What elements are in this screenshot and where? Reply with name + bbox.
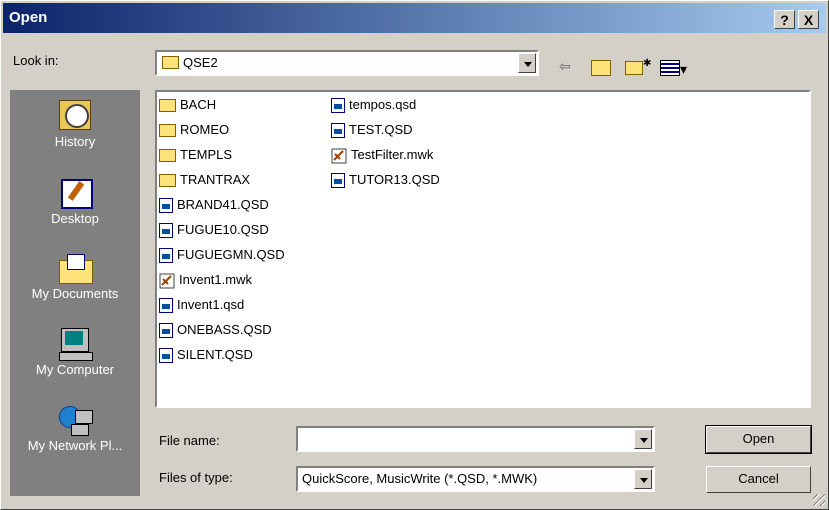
list-item[interactable]: ROMEO [159, 120, 229, 140]
file-name: Invent1.mwk [179, 272, 252, 287]
list-item[interactable]: FUGUEGMN.QSD [159, 245, 285, 265]
files-of-type-select[interactable]: QuickScore, MusicWrite (*.QSD, *.MWK) [296, 466, 655, 492]
places-bar: History Desktop My Documents My Computer [10, 90, 140, 496]
look-in-label: Look in: [13, 53, 59, 68]
list-item[interactable]: Invent1.mwk [159, 270, 252, 290]
list-item[interactable]: FUGUE10.QSD [159, 220, 269, 240]
new-folder-icon[interactable]: ✱ [625, 58, 651, 75]
my-documents-icon [57, 250, 93, 284]
folder-icon [159, 99, 176, 113]
back-icon[interactable]: ⇦ [559, 58, 571, 75]
files-of-type-label: Files of type: [159, 470, 233, 485]
cancel-button[interactable]: Cancel [706, 466, 811, 493]
look-in-value: QSE2 [183, 55, 218, 70]
my-network-places-icon [57, 402, 93, 436]
desktop-icon [57, 175, 93, 209]
places-my-computer-label: My Computer [35, 362, 115, 377]
places-desktop-label: Desktop [51, 211, 99, 226]
list-item[interactable]: TUTOR13.QSD [331, 170, 440, 190]
file-name: TestFilter.mwk [351, 147, 434, 162]
file-name: tempos.qsd [349, 97, 417, 112]
open-button[interactable]: Open [705, 425, 812, 454]
list-item[interactable]: TRANTRAX [159, 170, 250, 190]
mwk-file-icon [159, 273, 175, 289]
list-item[interactable]: SILENT.QSD [159, 345, 253, 365]
file-name: ROMEO [180, 122, 230, 137]
file-name: TUTOR13.QSD [349, 172, 440, 187]
qsd-file-icon [331, 123, 345, 139]
places-my-network[interactable]: My Network Pl... [10, 402, 140, 453]
up-one-level-icon[interactable] [591, 58, 611, 77]
qsd-file-icon [331, 173, 345, 189]
places-history[interactable]: History [10, 98, 140, 149]
places-my-documents-label: My Documents [31, 286, 119, 301]
look-in-dropdown-arrow[interactable] [518, 53, 536, 73]
file-name: ONEBASS.QSD [177, 322, 272, 337]
file-name: FUGUE10.QSD [177, 222, 269, 237]
file-name: BRAND41.QSD [177, 197, 269, 212]
close-button[interactable]: X [798, 10, 819, 29]
qsd-file-icon [159, 298, 173, 314]
resize-grip[interactable] [813, 494, 825, 506]
qsd-file-icon [159, 198, 173, 214]
qsd-file-icon [159, 248, 173, 264]
views-menu-icon[interactable]: ▾ [660, 58, 687, 78]
list-item[interactable]: ONEBASS.QSD [159, 320, 272, 340]
file-name: TRANTRAX [180, 172, 251, 187]
file-name: Invent1.qsd [177, 297, 245, 312]
file-name: TEMPLS [180, 147, 233, 162]
qsd-file-icon [159, 223, 173, 239]
list-item[interactable]: tempos.qsd [331, 95, 416, 115]
title-bar[interactable]: Open ? X [3, 3, 826, 33]
qsd-file-icon [159, 348, 173, 364]
file-name-dropdown-arrow[interactable] [634, 429, 652, 449]
file-list[interactable]: BACH ROMEO TEMPLS TRANTRAX BRAND41.QSD F… [155, 90, 811, 408]
places-my-documents[interactable]: My Documents [10, 250, 140, 301]
list-item[interactable]: TestFilter.mwk [331, 145, 433, 165]
qsd-file-icon [159, 323, 173, 339]
folder-icon [162, 56, 179, 69]
file-name: TEST.QSD [349, 122, 413, 137]
file-name: SILENT.QSD [177, 347, 253, 362]
places-my-network-label: My Network Pl... [27, 438, 123, 453]
list-item[interactable]: BACH [159, 95, 216, 115]
folder-icon [159, 174, 176, 188]
list-item[interactable]: TEST.QSD [331, 120, 413, 140]
look-in-combo[interactable]: QSE2 [155, 50, 539, 76]
history-icon [57, 98, 93, 132]
list-item[interactable]: Invent1.qsd [159, 295, 244, 315]
qsd-file-icon [331, 98, 345, 114]
my-computer-icon [57, 326, 93, 361]
dialog-title: Open [9, 9, 48, 26]
list-item[interactable]: TEMPLS [159, 145, 232, 165]
files-of-type-dropdown-arrow[interactable] [634, 469, 652, 489]
places-history-label: History [54, 134, 96, 149]
list-item[interactable]: BRAND41.QSD [159, 195, 269, 215]
file-name: BACH [180, 97, 217, 112]
mwk-file-icon [331, 148, 347, 164]
file-name-label: File name: [159, 433, 220, 448]
places-my-computer[interactable]: My Computer [10, 326, 140, 377]
file-name-input[interactable] [296, 426, 655, 452]
folder-icon [159, 149, 176, 163]
files-of-type-value: QuickScore, MusicWrite (*.QSD, *.MWK) [302, 471, 538, 486]
folder-icon [159, 124, 176, 138]
file-name: FUGUEGMN.QSD [177, 247, 285, 262]
open-dialog: Open ? X Look in: QSE2 ⇦ ✱ ▾ History Des… [0, 0, 829, 510]
places-desktop[interactable]: Desktop [10, 175, 140, 226]
help-button[interactable]: ? [774, 10, 795, 29]
